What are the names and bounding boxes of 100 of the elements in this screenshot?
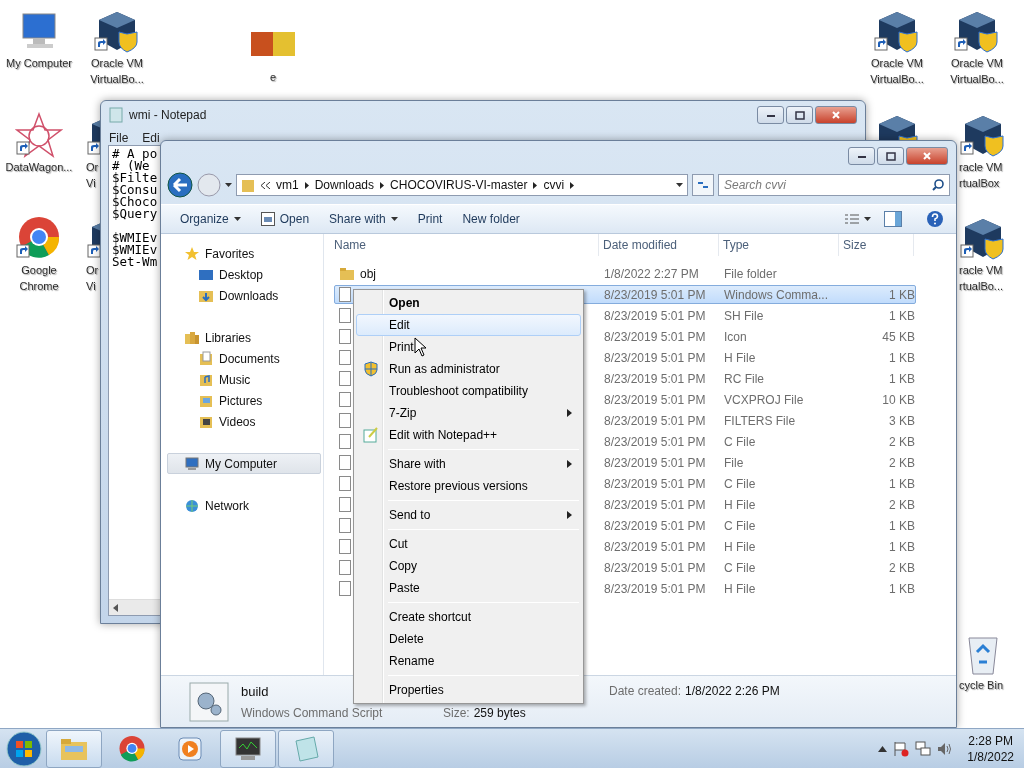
- maximize-button[interactable]: [877, 147, 904, 165]
- type-cell-text: SH File: [723, 308, 765, 323]
- flag-icon[interactable]: [893, 740, 910, 757]
- toolbar-button[interactable]: Print: [410, 209, 450, 229]
- code-line: $Consu: [112, 184, 158, 196]
- nav-item[interactable]: Favorites: [167, 243, 321, 264]
- date-cell-text: 8/23/2019 5:01 PM: [603, 413, 707, 428]
- file-icon: [339, 476, 351, 491]
- search-icon[interactable]: [932, 179, 944, 191]
- icon-label: Google: [21, 263, 57, 277]
- menu-item[interactable]: Delete: [356, 628, 581, 650]
- menu-item[interactable]: Edi: [142, 131, 160, 143]
- column-header[interactable]: Size: [839, 234, 914, 256]
- file-icon: [339, 350, 351, 365]
- date-cell-text: 8/23/2019 5:01 PM: [603, 560, 707, 575]
- menu-item[interactable]: Print: [356, 336, 581, 358]
- file-icon: [339, 308, 351, 323]
- play-icon: [177, 735, 203, 762]
- file-name: obj: [360, 266, 376, 281]
- nav-item[interactable]: Libraries: [167, 327, 321, 348]
- nav-item[interactable]: Videos: [167, 411, 321, 432]
- menu-item[interactable]: Create shortcut: [356, 606, 581, 628]
- breadcrumb-arrow-icon: [533, 181, 538, 189]
- type-cell-text: H File: [723, 350, 757, 365]
- date-cell-text: 8/23/2019 5:01 PM: [603, 287, 707, 302]
- menu-item[interactable]: Run as administrator: [356, 358, 581, 380]
- breadcrumb[interactable]: Downloads: [314, 178, 375, 192]
- nav-item[interactable]: Pictures: [167, 390, 321, 411]
- icon-label: Chrome: [19, 279, 59, 293]
- menu-item[interactable]: 7-Zip: [356, 402, 581, 424]
- nav-item[interactable]: Desktop: [167, 264, 321, 285]
- size-cell-text: 2 KB: [888, 455, 915, 470]
- menu-item[interactable]: Paste: [356, 577, 581, 599]
- menu-item[interactable]: Rename: [356, 650, 581, 672]
- date-cell-text: 8/23/2019 5:01 PM: [603, 518, 707, 533]
- address-bar[interactable]: vm1 Downloads CHOCOVIRUS-VI-master cvvi: [236, 174, 688, 196]
- nav-item[interactable]: My Computer: [167, 453, 321, 474]
- left-arrow-icon: [113, 603, 118, 612]
- network-icon[interactable]: [915, 740, 932, 757]
- minimize-button[interactable]: [848, 147, 875, 165]
- close-button[interactable]: [906, 147, 948, 165]
- taskbar-button[interactable]: [220, 729, 276, 768]
- icon-label: rtualBox: [959, 176, 1000, 190]
- menu-item[interactable]: Edit: [356, 314, 581, 336]
- date-cell-text: 8/23/2019 5:01 PM: [603, 455, 707, 470]
- code-line: Set-Wm: [112, 256, 158, 268]
- code-line: $Choco: [112, 196, 158, 208]
- search-field[interactable]: Search cvvi: [718, 174, 950, 196]
- breadcrumb[interactable]: cvvi: [543, 178, 565, 192]
- maximize-button[interactable]: [786, 106, 813, 124]
- refresh-button[interactable]: [692, 174, 714, 196]
- menu-item[interactable]: Edit with Notepad++: [356, 424, 581, 446]
- breadcrumb-arrow-icon: [304, 181, 309, 189]
- minimize-icon: [856, 153, 867, 159]
- minimize-button[interactable]: [757, 106, 784, 124]
- toolbar-button[interactable]: New folder: [455, 209, 527, 229]
- help-button[interactable]: [926, 210, 944, 228]
- breadcrumb[interactable]: vm1: [276, 178, 299, 192]
- file-icon: [339, 434, 351, 449]
- show-hidden-icons-button[interactable]: [878, 745, 888, 752]
- menu-item[interactable]: Cut: [356, 533, 581, 555]
- menu-item[interactable]: File: [109, 131, 129, 143]
- code-line: $Query: [112, 208, 158, 220]
- menu-item[interactable]: Properties: [356, 679, 581, 701]
- icon-label: e: [269, 70, 277, 84]
- nav-item[interactable]: Documents: [167, 348, 321, 369]
- back-button[interactable]: [167, 172, 193, 198]
- menu-item[interactable]: Send to: [356, 504, 581, 526]
- toolbar-button[interactable]: Organize: [173, 209, 248, 229]
- menu-item[interactable]: Troubleshoot compatibility: [356, 380, 581, 402]
- computer-icon: [184, 455, 200, 472]
- nav-item[interactable]: Downloads: [167, 285, 321, 306]
- close-button[interactable]: [815, 106, 857, 124]
- start-button[interactable]: [4, 729, 44, 768]
- icon-label: Oracle VM: [91, 56, 143, 70]
- column-header[interactable]: Name: [334, 234, 599, 256]
- menu-item[interactable]: Copy: [356, 555, 581, 577]
- nav-item[interactable]: Network: [167, 495, 321, 516]
- type-cell-text: FILTERS File: [723, 413, 797, 428]
- folder-icon: [339, 266, 355, 281]
- menu-item[interactable]: Restore previous versions: [356, 475, 581, 497]
- menu-item[interactable]: Share with: [356, 453, 581, 475]
- code-line: $WMIEv: [112, 232, 158, 244]
- breadcrumb[interactable]: CHOCOVIRUS-VI-master: [390, 178, 528, 192]
- file-icon: [339, 518, 351, 533]
- toolbar-button[interactable]: Open: [253, 209, 317, 229]
- code-line: # A po: [112, 148, 158, 160]
- date-cell-text: 1/8/2022 2:27 PM: [603, 266, 700, 281]
- column-header[interactable]: Date modified: [599, 234, 719, 256]
- shield-icon: [364, 361, 378, 377]
- notepad-icon: [363, 427, 379, 443]
- type-cell-text: RC File: [723, 371, 765, 386]
- file-name: build: [241, 683, 269, 699]
- clock[interactable]: 2:28 PM 1/8/2022: [967, 732, 1014, 765]
- preview-pane-button[interactable]: [884, 211, 902, 227]
- nav-item[interactable]: Music: [167, 369, 321, 390]
- toolbar-button[interactable]: Share with: [322, 209, 405, 229]
- icon-label: Or: [86, 160, 99, 174]
- mouse-cursor-icon: [414, 337, 427, 357]
- column-header[interactable]: Type: [719, 234, 839, 256]
